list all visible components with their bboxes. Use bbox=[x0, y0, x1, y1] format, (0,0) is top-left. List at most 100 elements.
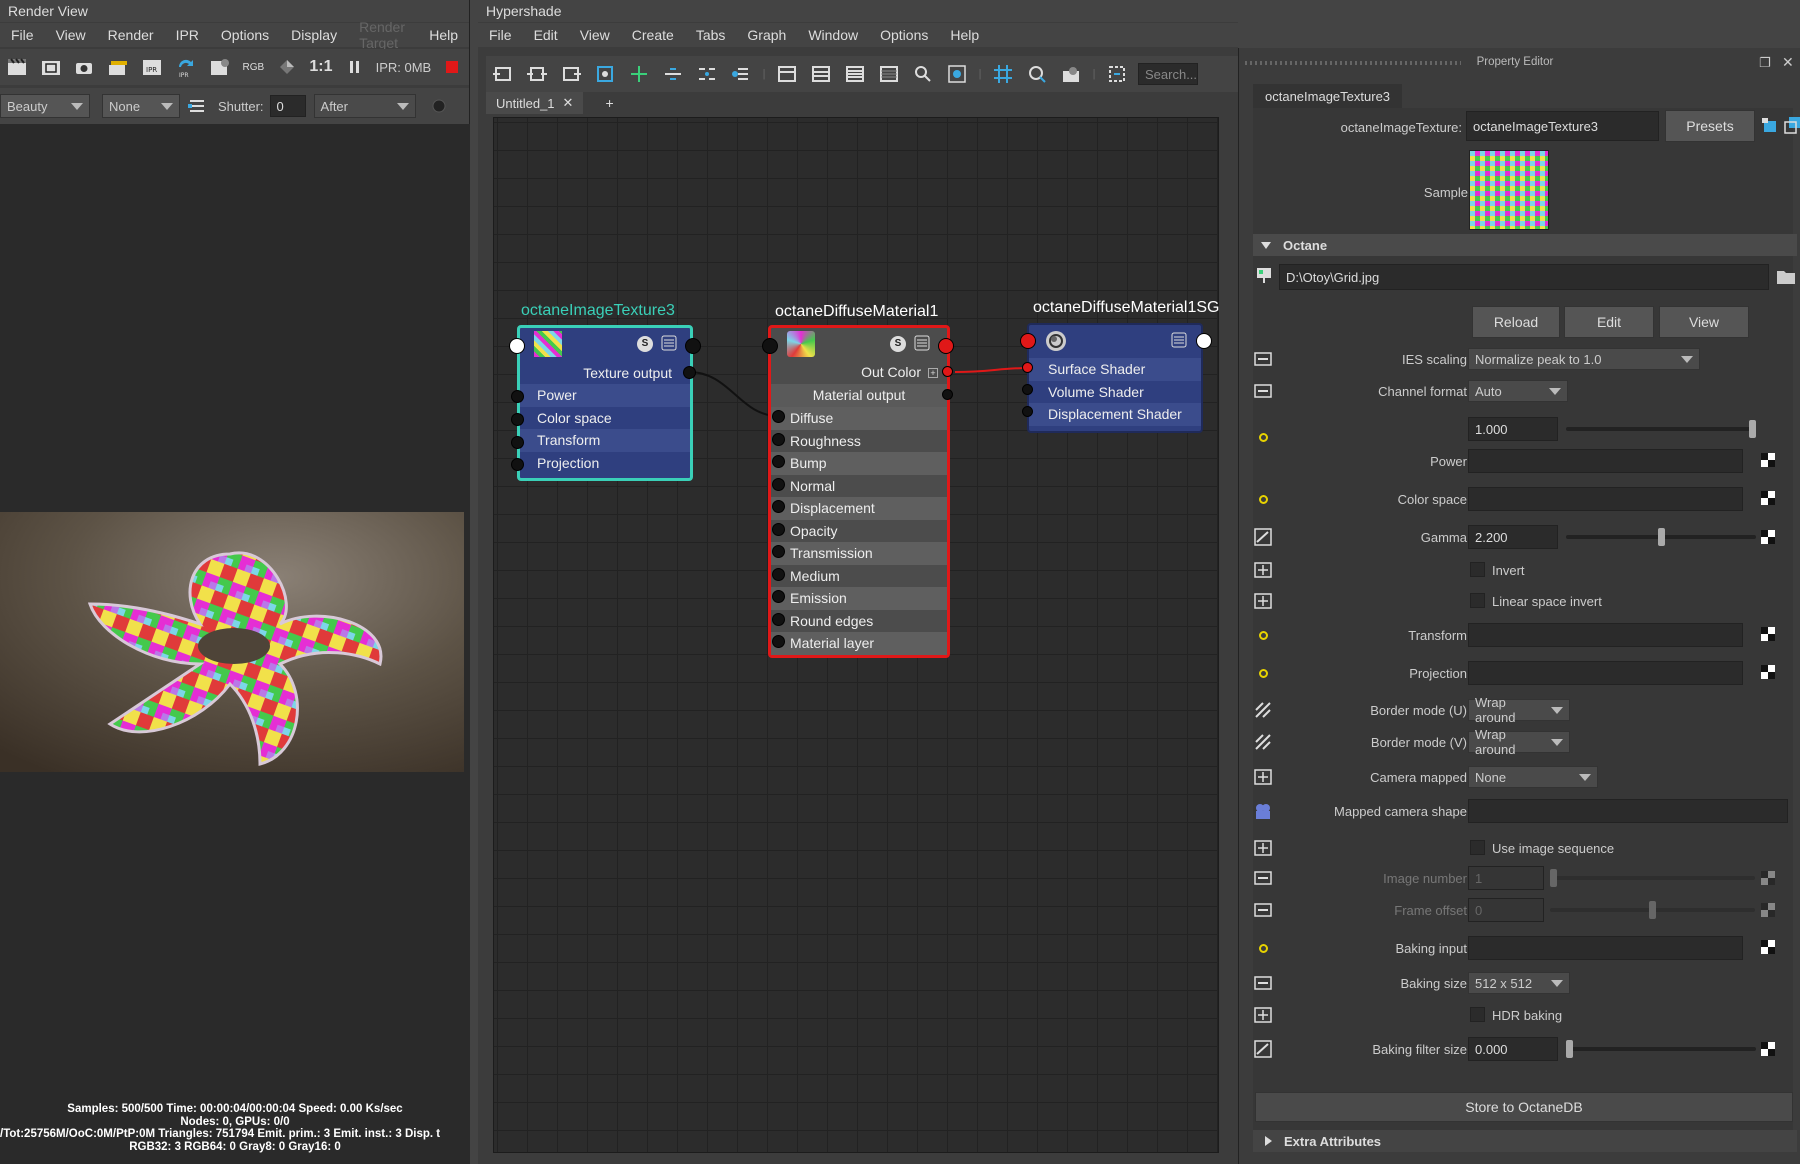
port-diffuse[interactable] bbox=[772, 410, 785, 423]
port-roughness[interactable] bbox=[772, 433, 785, 446]
store-octanedb-button[interactable]: Store to OctaneDB bbox=[1255, 1092, 1793, 1122]
gamma-slider-knob[interactable] bbox=[1657, 528, 1665, 546]
port-power[interactable] bbox=[511, 390, 524, 403]
texture-node[interactable]: S Texture output Power Color space Trans… bbox=[517, 325, 693, 481]
sg-input-displacement-shader[interactable]: Displacement Shader bbox=[1029, 403, 1201, 426]
texture-input-transform[interactable]: Transform bbox=[520, 429, 690, 452]
port-normal[interactable] bbox=[772, 478, 785, 491]
diffuse-output-port[interactable] bbox=[938, 338, 954, 354]
port-emission[interactable] bbox=[772, 590, 785, 603]
transform-field[interactable] bbox=[1468, 623, 1743, 647]
power-slider[interactable] bbox=[1566, 420, 1756, 438]
diffuse-input-medium[interactable]: Medium bbox=[771, 565, 947, 588]
port-volume-shader[interactable] bbox=[1022, 384, 1033, 395]
map-button-icon[interactable] bbox=[1761, 491, 1775, 505]
camera-mapped-select[interactable]: None bbox=[1468, 766, 1598, 788]
diffuse-input-normal[interactable]: Normal bbox=[771, 475, 947, 498]
power-value-field[interactable]: 1.000 bbox=[1468, 417, 1558, 441]
swatch-icon[interactable]: S bbox=[637, 336, 653, 352]
port-round-edges[interactable] bbox=[772, 613, 785, 626]
float-icon[interactable]: ❐ bbox=[1759, 55, 1771, 71]
port-displacement-shader[interactable] bbox=[1022, 406, 1033, 417]
menu-lines-icon[interactable] bbox=[1171, 332, 1187, 348]
baking-filter-field[interactable]: 0.000 bbox=[1468, 1037, 1558, 1061]
octane-section-header[interactable]: Octane bbox=[1253, 234, 1797, 256]
gamma-slider[interactable] bbox=[1566, 528, 1756, 546]
map-button-icon[interactable] bbox=[1761, 940, 1775, 954]
sg-node[interactable]: Surface Shader Volume Shader Displacemen… bbox=[1027, 323, 1203, 433]
map-button-icon[interactable] bbox=[1761, 627, 1775, 641]
port-displacement[interactable] bbox=[772, 500, 785, 513]
diffuse-input-diffuse[interactable]: Diffuse bbox=[771, 407, 947, 430]
border-mode-v-select[interactable]: Wrap around bbox=[1468, 727, 1570, 757]
linear-invert-checkbox[interactable] bbox=[1470, 593, 1485, 608]
sg-input-port[interactable] bbox=[1020, 333, 1036, 349]
menu-lines-icon[interactable] bbox=[914, 335, 930, 351]
sg-output-port[interactable] bbox=[1196, 333, 1212, 349]
baking-input-field[interactable] bbox=[1468, 936, 1743, 960]
invert-checkbox[interactable] bbox=[1470, 562, 1485, 577]
ies-scaling-select[interactable]: Normalize peak to 1.0 bbox=[1468, 348, 1700, 370]
material-output-socket[interactable] bbox=[942, 389, 953, 400]
select-node-icon[interactable] bbox=[1761, 116, 1779, 134]
texture-input-projection[interactable]: Projection bbox=[520, 452, 690, 475]
port-surface-shader[interactable] bbox=[1022, 362, 1033, 373]
menu-lines-icon[interactable] bbox=[661, 335, 677, 351]
texture-input-port[interactable] bbox=[509, 338, 525, 354]
close-icon[interactable]: ✕ bbox=[1782, 54, 1794, 71]
baking-filter-slider[interactable] bbox=[1566, 1040, 1756, 1058]
diffuse-input-transmission[interactable]: Transmission bbox=[771, 542, 947, 565]
view-button[interactable]: View bbox=[1659, 306, 1749, 338]
texture-output-port[interactable] bbox=[685, 338, 701, 354]
port-transmission[interactable] bbox=[772, 545, 785, 558]
folder-icon[interactable] bbox=[1776, 267, 1796, 285]
diffuse-input-emission[interactable]: Emission bbox=[771, 587, 947, 610]
map-button-icon[interactable] bbox=[1761, 453, 1775, 467]
baking-filter-slider-knob[interactable] bbox=[1566, 1040, 1573, 1058]
sg-input-surface-shader[interactable]: Surface Shader bbox=[1029, 358, 1201, 381]
file-path-field[interactable]: D:\Otoy\Grid.jpg bbox=[1279, 264, 1769, 290]
mapped-camera-shape-field[interactable] bbox=[1468, 799, 1788, 823]
projection-field[interactable] bbox=[1468, 661, 1743, 685]
node-name-field[interactable]: octaneImageTexture3 bbox=[1466, 111, 1659, 141]
swatch-icon[interactable]: S bbox=[890, 336, 906, 352]
edit-button[interactable]: Edit bbox=[1564, 306, 1654, 338]
diffuse-input-round-edges[interactable]: Round edges bbox=[771, 610, 947, 633]
diffuse-input-opacity[interactable]: Opacity bbox=[771, 520, 947, 543]
reload-button[interactable]: Reload bbox=[1472, 306, 1560, 338]
diffuse-input-bump[interactable]: Bump bbox=[771, 452, 947, 475]
port-colorspace[interactable] bbox=[511, 413, 524, 426]
power-texture-field[interactable] bbox=[1468, 449, 1743, 473]
diffuse-node[interactable]: S Out Color + Material output Diffuse Ro… bbox=[768, 325, 950, 658]
port-medium[interactable] bbox=[772, 568, 785, 581]
power-slider-knob[interactable] bbox=[1749, 420, 1756, 438]
diffuse-input-port[interactable] bbox=[762, 338, 778, 354]
texture-output-socket[interactable] bbox=[683, 366, 696, 379]
sg-input-volume-shader[interactable]: Volume Shader bbox=[1029, 381, 1201, 404]
color-space-field[interactable] bbox=[1468, 487, 1743, 511]
hdr-baking-checkbox[interactable] bbox=[1470, 1007, 1485, 1022]
copy-tab-icon[interactable] bbox=[1784, 116, 1800, 134]
use-image-sequence-checkbox[interactable] bbox=[1470, 840, 1485, 855]
expand-icon[interactable]: + bbox=[928, 368, 938, 378]
port-projection[interactable] bbox=[511, 458, 524, 471]
diffuse-input-displacement[interactable]: Displacement bbox=[771, 497, 947, 520]
port-material-layer[interactable] bbox=[772, 635, 785, 648]
texture-input-power[interactable]: Power bbox=[520, 384, 690, 407]
extra-attributes-header[interactable]: Extra Attributes bbox=[1253, 1130, 1797, 1152]
presets-button[interactable]: Presets bbox=[1665, 110, 1755, 142]
port-opacity[interactable] bbox=[772, 523, 785, 536]
border-mode-u-select[interactable]: Wrap around bbox=[1468, 695, 1570, 725]
port-bump[interactable] bbox=[772, 455, 785, 468]
map-button-icon[interactable] bbox=[1761, 530, 1775, 544]
tab-node[interactable]: octaneImageTexture3 bbox=[1253, 84, 1403, 108]
baking-size-select[interactable]: 512 x 512 bbox=[1468, 972, 1570, 994]
map-button-icon[interactable] bbox=[1761, 665, 1775, 679]
out-color-socket[interactable] bbox=[942, 366, 953, 377]
diffuse-input-material-layer[interactable]: Material layer bbox=[771, 632, 947, 655]
channel-format-select[interactable]: Auto bbox=[1468, 380, 1568, 402]
gamma-value-field[interactable]: 2.200 bbox=[1468, 525, 1558, 549]
port-transform[interactable] bbox=[511, 436, 524, 449]
texture-input-colorspace[interactable]: Color space bbox=[520, 407, 690, 430]
diffuse-input-roughness[interactable]: Roughness bbox=[771, 430, 947, 453]
